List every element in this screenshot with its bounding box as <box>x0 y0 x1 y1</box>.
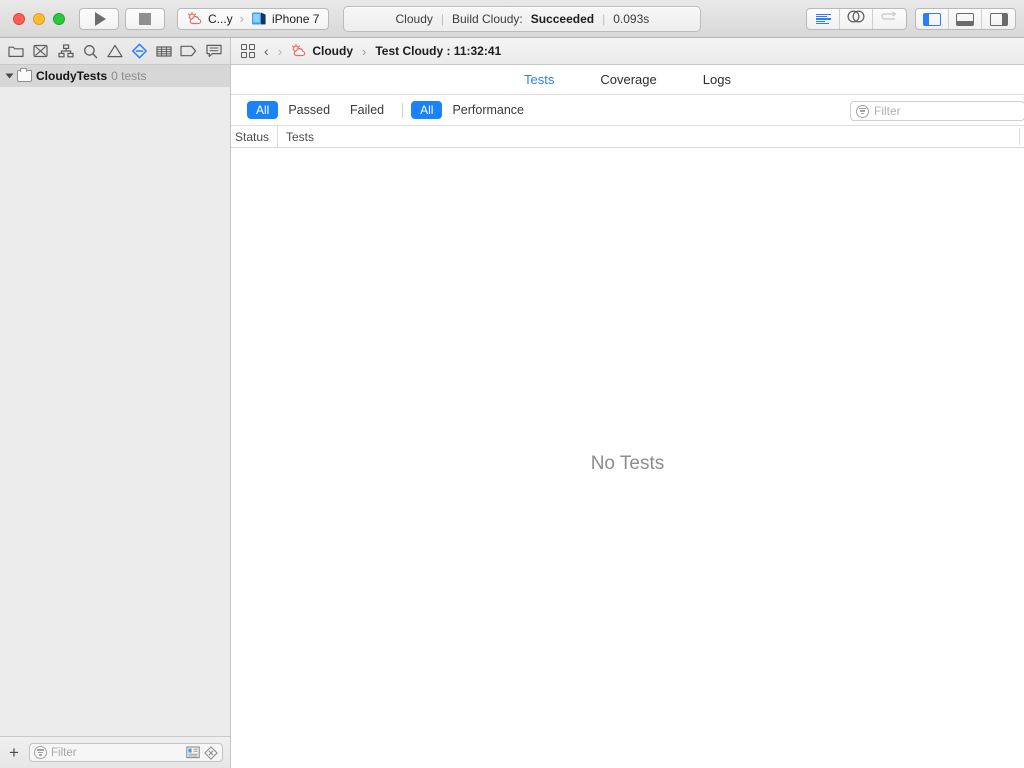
titlebar: C...y › iPhone 7 Cloudy | Build Cloudy: … <box>0 0 1024 38</box>
stop-icon <box>139 12 151 25</box>
editor-mode-group <box>806 8 907 30</box>
sidebar-item-find-navigator[interactable] <box>79 41 101 61</box>
navigator-filter-field[interactable]: Filter <box>29 743 223 762</box>
sidebar-item-issue-navigator[interactable] <box>104 41 126 61</box>
test-count-label: 0 tests <box>111 69 147 83</box>
app-icon <box>291 44 307 58</box>
report-tab-bar: Tests Coverage Logs <box>231 65 1024 95</box>
filter-kind-performance[interactable]: Performance <box>442 101 534 119</box>
status-result: Succeeded <box>530 11 595 26</box>
assistant-editor-icon <box>846 10 866 28</box>
breadcrumb-run-label: Test Cloudy : 11:32:41 <box>375 44 502 58</box>
navigator-filter-placeholder: Filter <box>51 746 77 759</box>
stop-button[interactable] <box>125 7 165 30</box>
navigator-bottom-bar: + Filter <box>0 736 230 768</box>
status-action: Build Cloudy: <box>452 11 523 26</box>
panel-list-icon[interactable] <box>186 746 200 759</box>
test-results-list: No Tests <box>231 148 1024 768</box>
sidebar-item-report-navigator[interactable] <box>203 41 225 61</box>
close-button[interactable] <box>13 12 25 25</box>
traffic-lights <box>8 12 79 25</box>
breadcrumb-run[interactable]: Test Cloudy : 11:32:41 <box>375 44 501 58</box>
filter-status-all[interactable]: All <box>247 101 279 119</box>
xcode-window: C...y › iPhone 7 Cloudy | Build Cloudy: … <box>0 0 1024 768</box>
toggle-navigator-button[interactable] <box>916 9 949 29</box>
standard-editor-icon <box>815 13 831 25</box>
status-separator-2: | <box>602 11 606 26</box>
navigator-panel: CloudyTests 0 tests + Filter <box>0 38 231 768</box>
play-icon <box>95 11 106 26</box>
breadcrumb-project-label: Cloudy <box>312 44 354 58</box>
tab-tests[interactable]: Tests <box>524 72 554 87</box>
toggle-utilities-button[interactable] <box>982 9 1015 29</box>
column-header-tests[interactable]: Tests <box>278 130 1024 144</box>
sidebar-item-source-control-navigator[interactable] <box>30 41 52 61</box>
tab-coverage[interactable]: Coverage <box>600 72 656 87</box>
toolbar-right-controls <box>806 8 1016 30</box>
sidebar-item-project-navigator[interactable] <box>5 41 27 61</box>
standard-editor-button[interactable] <box>807 9 840 29</box>
scheme-separator: › <box>239 11 245 26</box>
version-editor-button[interactable] <box>873 9 906 29</box>
filter-kind-all[interactable]: All <box>411 101 443 119</box>
status-duration: 0.093s <box>613 11 650 26</box>
sidebar-item-breakpoint-navigator[interactable] <box>178 41 200 61</box>
run-button[interactable] <box>79 7 119 30</box>
status-separator-1: | <box>440 11 444 26</box>
status-project: Cloudy <box>395 11 433 26</box>
filter-divider <box>402 102 404 118</box>
version-editor-icon <box>880 10 899 28</box>
zoom-button[interactable] <box>53 12 65 25</box>
related-items-icon[interactable] <box>241 44 255 58</box>
minimize-button[interactable] <box>33 12 45 25</box>
navigator-tab-bar <box>0 38 230 65</box>
tab-logs[interactable]: Logs <box>703 72 731 87</box>
jump-bar: ‹ › Cloudy › Test Cloudy: 11:32:41 <box>231 38 1024 65</box>
debug-panel-icon <box>956 12 974 26</box>
filter-icon <box>856 104 869 118</box>
filter-icon <box>34 746 47 759</box>
device-icon <box>251 11 267 26</box>
destination-name: iPhone 7 <box>272 11 320 26</box>
column-header-status[interactable]: Status <box>231 130 277 144</box>
scheme-name: C...y <box>208 11 233 26</box>
app-icon <box>187 11 203 26</box>
forward-button[interactable]: › <box>278 44 283 58</box>
chevron-down-icon[interactable] <box>5 73 14 79</box>
test-bundle-icon <box>17 68 32 82</box>
filter-status-passed[interactable]: Passed <box>278 101 340 119</box>
activity-status-bar[interactable]: Cloudy | Build Cloudy: Succeeded | 0.093… <box>343 5 702 32</box>
empty-state-message: No Tests <box>590 453 665 474</box>
utilities-panel-icon <box>989 12 1008 26</box>
filter-status-failed[interactable]: Failed <box>340 101 394 119</box>
sidebar-item-test-navigator[interactable] <box>129 41 151 61</box>
navigator-panel-icon <box>923 12 941 26</box>
report-filter-field[interactable]: Filter <box>850 101 1024 121</box>
assistant-editor-button[interactable] <box>840 9 873 29</box>
back-button[interactable]: ‹ <box>264 44 269 58</box>
breadcrumb-project[interactable]: Cloudy <box>291 44 353 58</box>
add-button[interactable]: + <box>7 744 21 761</box>
breadcrumb-separator: › <box>362 43 367 59</box>
column-divider-right[interactable] <box>1019 128 1020 145</box>
report-filter-placeholder: Filter <box>874 104 901 118</box>
list-item[interactable]: CloudyTests 0 tests <box>0 65 230 87</box>
toggle-debug-area-button[interactable] <box>949 9 982 29</box>
scheme-selector[interactable]: C...y › iPhone 7 <box>177 7 330 30</box>
test-target-name: CloudyTests <box>36 69 108 83</box>
navigator-content: CloudyTests 0 tests <box>0 65 230 736</box>
report-editor: ‹ › Cloudy › Test Cloudy: 11:32:41 Test… <box>231 38 1024 768</box>
table-header: Status Tests <box>231 126 1024 148</box>
sidebar-item-debug-navigator[interactable] <box>153 41 175 61</box>
main-area: CloudyTests 0 tests + Filter ‹ › Cloudy … <box>0 38 1024 768</box>
report-filter-bar: All Passed Failed All Performance Filter <box>231 95 1024 126</box>
view-toggle-group <box>915 8 1016 30</box>
failed-tests-icon[interactable] <box>204 745 218 760</box>
sidebar-item-symbol-navigator[interactable] <box>55 41 77 61</box>
